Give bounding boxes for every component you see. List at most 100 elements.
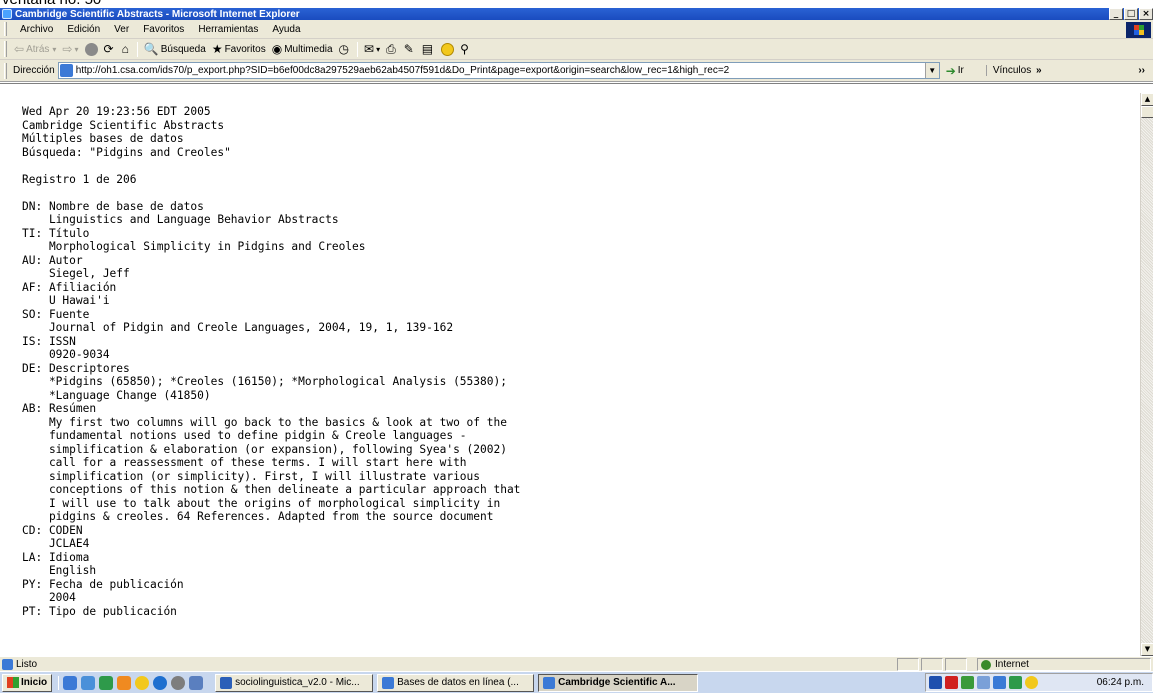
media-quicklaunch-icon[interactable] <box>117 675 132 690</box>
menu-herramientas[interactable]: Herramientas <box>191 24 265 35</box>
maximize-button[interactable]: □ <box>1124 8 1138 20</box>
favorites-label: Favoritos <box>224 43 266 55</box>
go-arrow-icon: ➔ <box>945 63 956 78</box>
media-button[interactable]: ◉ Multimedia <box>269 42 336 56</box>
taskbar: Inicio sociolinguistica_v2.0 - Mic... Ba… <box>0 671 1153 693</box>
forward-arrow-icon: ⇨ <box>62 42 73 56</box>
menu-edicion[interactable]: Edición <box>60 24 107 35</box>
menu-ver[interactable]: Ver <box>107 24 136 35</box>
caption-strip: ventana no. 50 <box>0 0 1153 8</box>
mail-icon: ✉ <box>364 42 375 56</box>
menu-bar: Archivo Edición Ver Favoritos Herramient… <box>0 20 1153 39</box>
status-panel <box>921 658 943 671</box>
page-status-icon <box>2 658 13 670</box>
program-quicklaunch-icon[interactable] <box>171 675 186 690</box>
ie-icon <box>382 676 395 689</box>
media-label: Multimedia <box>284 43 333 55</box>
tray-network-icon[interactable] <box>961 676 974 689</box>
status-panel <box>945 658 967 671</box>
toolbar-overflow-icon[interactable]: ›› <box>1138 65 1145 76</box>
standard-toolbar: ⇦ Atrás ▾ ⇨ ▾ ⟳ ⌂ 🔍 Búsqueda ★ Favoritos… <box>0 39 1153 60</box>
edit-button[interactable]: ✎ <box>401 42 419 56</box>
links-button[interactable]: Vínculos » <box>985 65 1042 76</box>
tray-messenger-icon[interactable] <box>1009 676 1022 689</box>
toolbar-grip[interactable] <box>4 62 7 79</box>
explorer-quicklaunch-icon[interactable] <box>99 675 114 690</box>
mail-quicklaunch-icon[interactable] <box>189 675 204 690</box>
research-button[interactable]: ⚲ <box>457 42 474 56</box>
scroll-down-icon[interactable]: ▼ <box>1141 643 1153 656</box>
go-label: Ir <box>957 65 964 76</box>
favorites-button[interactable]: ★ Favoritos <box>209 42 269 56</box>
home-button[interactable]: ⌂ <box>119 42 134 56</box>
discuss-button[interactable]: ▤ <box>419 42 438 56</box>
vertical-scrollbar[interactable]: ▲ ▼ <box>1140 93 1153 656</box>
internet-globe-icon <box>981 659 991 670</box>
menu-favoritos[interactable]: Favoritos <box>136 24 191 35</box>
favorites-icon: ★ <box>211 42 223 56</box>
media-icon: ◉ <box>271 42 283 56</box>
security-zone: Internet <box>977 658 1151 671</box>
minimize-button[interactable]: _ <box>1109 8 1123 20</box>
go-button[interactable]: ➔ Ir <box>946 64 964 78</box>
taskbar-item-word[interactable]: sociolinguistica_v2.0 - Mic... <box>215 673 374 692</box>
back-dropdown-icon: ▾ <box>52 44 57 54</box>
print-button[interactable]: ⎙ <box>383 42 401 57</box>
menu-archivo[interactable]: Archivo <box>13 24 60 35</box>
clock[interactable]: 06:24 p.m. <box>1097 677 1144 688</box>
mail-button[interactable]: ✉ ▾ <box>361 42 383 56</box>
task-label: sociolinguistica_v2.0 - Mic... <box>235 677 360 688</box>
links-chevron-icon: » <box>1036 65 1042 76</box>
search-icon: 🔍 <box>143 42 159 56</box>
refresh-button[interactable]: ⟳ <box>101 42 119 56</box>
address-dropdown-icon[interactable]: ▼ <box>924 63 939 78</box>
system-tray: 06:24 p.m. <box>925 673 1153 692</box>
status-panel <box>897 658 919 671</box>
start-label: Inicio <box>21 677 48 688</box>
windows-flag-icon <box>7 677 19 688</box>
address-label: Dirección <box>13 65 55 76</box>
search-button[interactable]: 🔍 Búsqueda <box>141 42 209 56</box>
taskbar-item-bases-datos[interactable]: Bases de datos en línea (... <box>377 673 535 692</box>
menu-ayuda[interactable]: Ayuda <box>265 24 307 35</box>
ie-icon <box>2 9 12 19</box>
tray-n-icon[interactable] <box>945 676 958 689</box>
links-label: Vínculos <box>992 65 1032 76</box>
back-button[interactable]: ⇦ Atrás ▾ <box>11 42 59 56</box>
window-controls: _ □ × <box>1109 8 1153 20</box>
status-panels <box>897 658 969 671</box>
page-content: Wed Apr 20 19:23:56 EDT 2005 Cambridge S… <box>0 93 1140 656</box>
tray-smiley-icon[interactable] <box>1025 676 1038 689</box>
messenger-button[interactable] <box>438 42 457 56</box>
toolbar-separator <box>136 41 138 57</box>
stop-icon <box>84 42 98 56</box>
back-arrow-icon: ⇦ <box>14 42 25 56</box>
tray-language-icon[interactable] <box>977 676 990 689</box>
toolbar-separator <box>357 41 359 57</box>
address-input[interactable]: http://oh1.csa.com/ids70/p_export.php?SI… <box>57 62 940 79</box>
desktop-quicklaunch-icon[interactable] <box>81 675 96 690</box>
scroll-up-icon[interactable]: ▲ <box>1141 93 1153 106</box>
address-url[interactable]: http://oh1.csa.com/ids70/p_export.php?SI… <box>76 65 730 76</box>
messenger-quicklaunch-icon[interactable] <box>135 675 150 690</box>
player-quicklaunch-icon[interactable] <box>153 675 168 690</box>
forward-button[interactable]: ⇨ ▾ <box>59 42 81 56</box>
close-button[interactable]: × <box>1139 8 1153 20</box>
taskbar-item-cambridge[interactable]: Cambridge Scientific A... <box>538 673 699 692</box>
title-bar: Cambridge Scientific Abstracts - Microso… <box>0 8 1153 20</box>
research-icon: ⚲ <box>460 42 469 56</box>
start-button[interactable]: Inicio <box>2 673 53 692</box>
scroll-track[interactable] <box>1141 118 1153 643</box>
window-title: Cambridge Scientific Abstracts - Microso… <box>15 8 300 20</box>
tray-app-icon[interactable] <box>929 676 942 689</box>
toolbar-grip[interactable] <box>4 41 7 57</box>
content-frame-edge <box>0 83 1153 93</box>
toolbar-grip[interactable] <box>4 22 7 36</box>
scroll-thumb[interactable] <box>1141 106 1153 118</box>
smiley-icon <box>441 42 455 56</box>
stop-button[interactable] <box>82 42 101 56</box>
ie-quicklaunch-icon[interactable] <box>63 675 78 690</box>
task-label: Cambridge Scientific A... <box>558 677 676 688</box>
history-button[interactable]: ◷ <box>336 42 354 56</box>
tray-security-icon[interactable] <box>993 676 1006 689</box>
